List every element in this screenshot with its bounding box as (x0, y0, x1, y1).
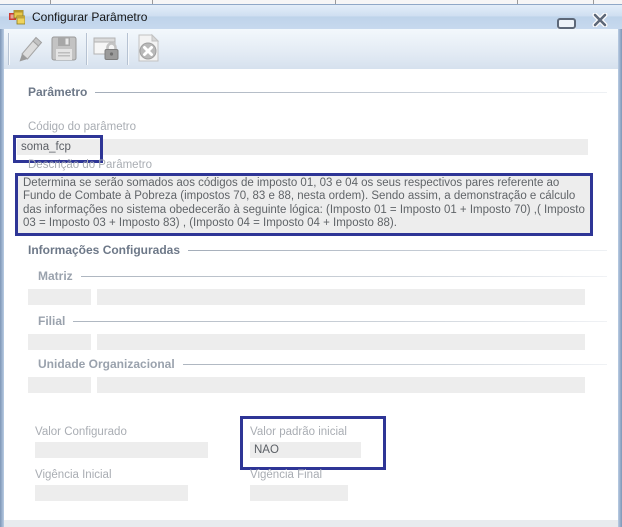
close-icon[interactable] (592, 12, 608, 28)
section-informacoes-configuradas: Informações Configuradas (28, 243, 607, 257)
window-border (0, 29, 4, 527)
edit-button[interactable] (12, 32, 46, 66)
pencil-icon (13, 36, 45, 67)
descricao-parametro-textbox annotation-box-descricao[interactable]: Determina se serão somados aos códigos d… (15, 173, 593, 236)
section-rule (95, 91, 607, 93)
descricao-parametro-label: Descrição do Parâmetro (28, 159, 152, 171)
toolbar (4, 29, 618, 69)
valor-configurado-label: Valor Configurado (35, 426, 127, 438)
section-rule (188, 249, 607, 251)
save-icon (48, 36, 80, 67)
save-button[interactable] (47, 32, 81, 66)
codigo-parametro-label: Código do parâmetro (28, 121, 137, 133)
window-title: Configurar Parâmetro (32, 10, 148, 24)
group-rule (80, 275, 607, 277)
vigencia-inicial-label: Vigência Inicial (35, 469, 112, 481)
toolbar-separator (8, 33, 9, 65)
valor-padrao-inicial-field[interactable]: NAO (250, 442, 361, 458)
filial-codigo-field[interactable] (28, 334, 91, 350)
window-bottom-edge (4, 520, 618, 527)
group-matriz: Matriz (38, 269, 607, 283)
section-title: Parâmetro (28, 85, 88, 99)
lock-icon (91, 37, 123, 67)
vigencia-inicial-field[interactable] (35, 485, 188, 501)
unidade-nome-field[interactable] (97, 377, 585, 393)
matriz-nome-field[interactable] (97, 289, 585, 305)
section-parametro: Parâmetro (28, 85, 607, 99)
vigencia-final-label: Vigência Final (250, 469, 323, 481)
group-title: Filial (38, 314, 66, 328)
window-border (618, 29, 622, 527)
title-bar: Configurar Parâmetro (0, 4, 622, 29)
section-title: Informações Configuradas (28, 243, 181, 257)
toolbar-separator (86, 33, 87, 65)
group-title: Unidade Organizacional (38, 357, 175, 371)
unlock-button[interactable] (90, 32, 124, 66)
valor-padrao-inicial-label: Valor padrão inicial (250, 426, 347, 438)
unidade-codigo-field[interactable] (28, 377, 91, 393)
cancel-icon (132, 33, 164, 67)
minimize-icon[interactable] (557, 18, 576, 29)
group-unidade-organizacional: Unidade Organizacional (38, 357, 607, 371)
codigo-parametro-field[interactable]: soma_fcp (17, 139, 588, 155)
winforms-app-icon (9, 9, 26, 25)
matriz-codigo-field[interactable] (28, 289, 91, 305)
valor-configurado-field[interactable] (35, 442, 208, 458)
filial-nome-field[interactable] (97, 334, 585, 350)
group-rule (182, 363, 607, 365)
cancel-button[interactable] (131, 32, 165, 66)
vigencia-final-field[interactable] (250, 485, 348, 501)
toolbar-separator (127, 33, 128, 65)
group-rule (73, 320, 607, 322)
configurar-parametro-dialog: Configurar Parâmetro Parâmetro Código do… (0, 0, 622, 527)
group-title: Matriz (38, 269, 73, 283)
group-filial: Filial (38, 314, 607, 328)
